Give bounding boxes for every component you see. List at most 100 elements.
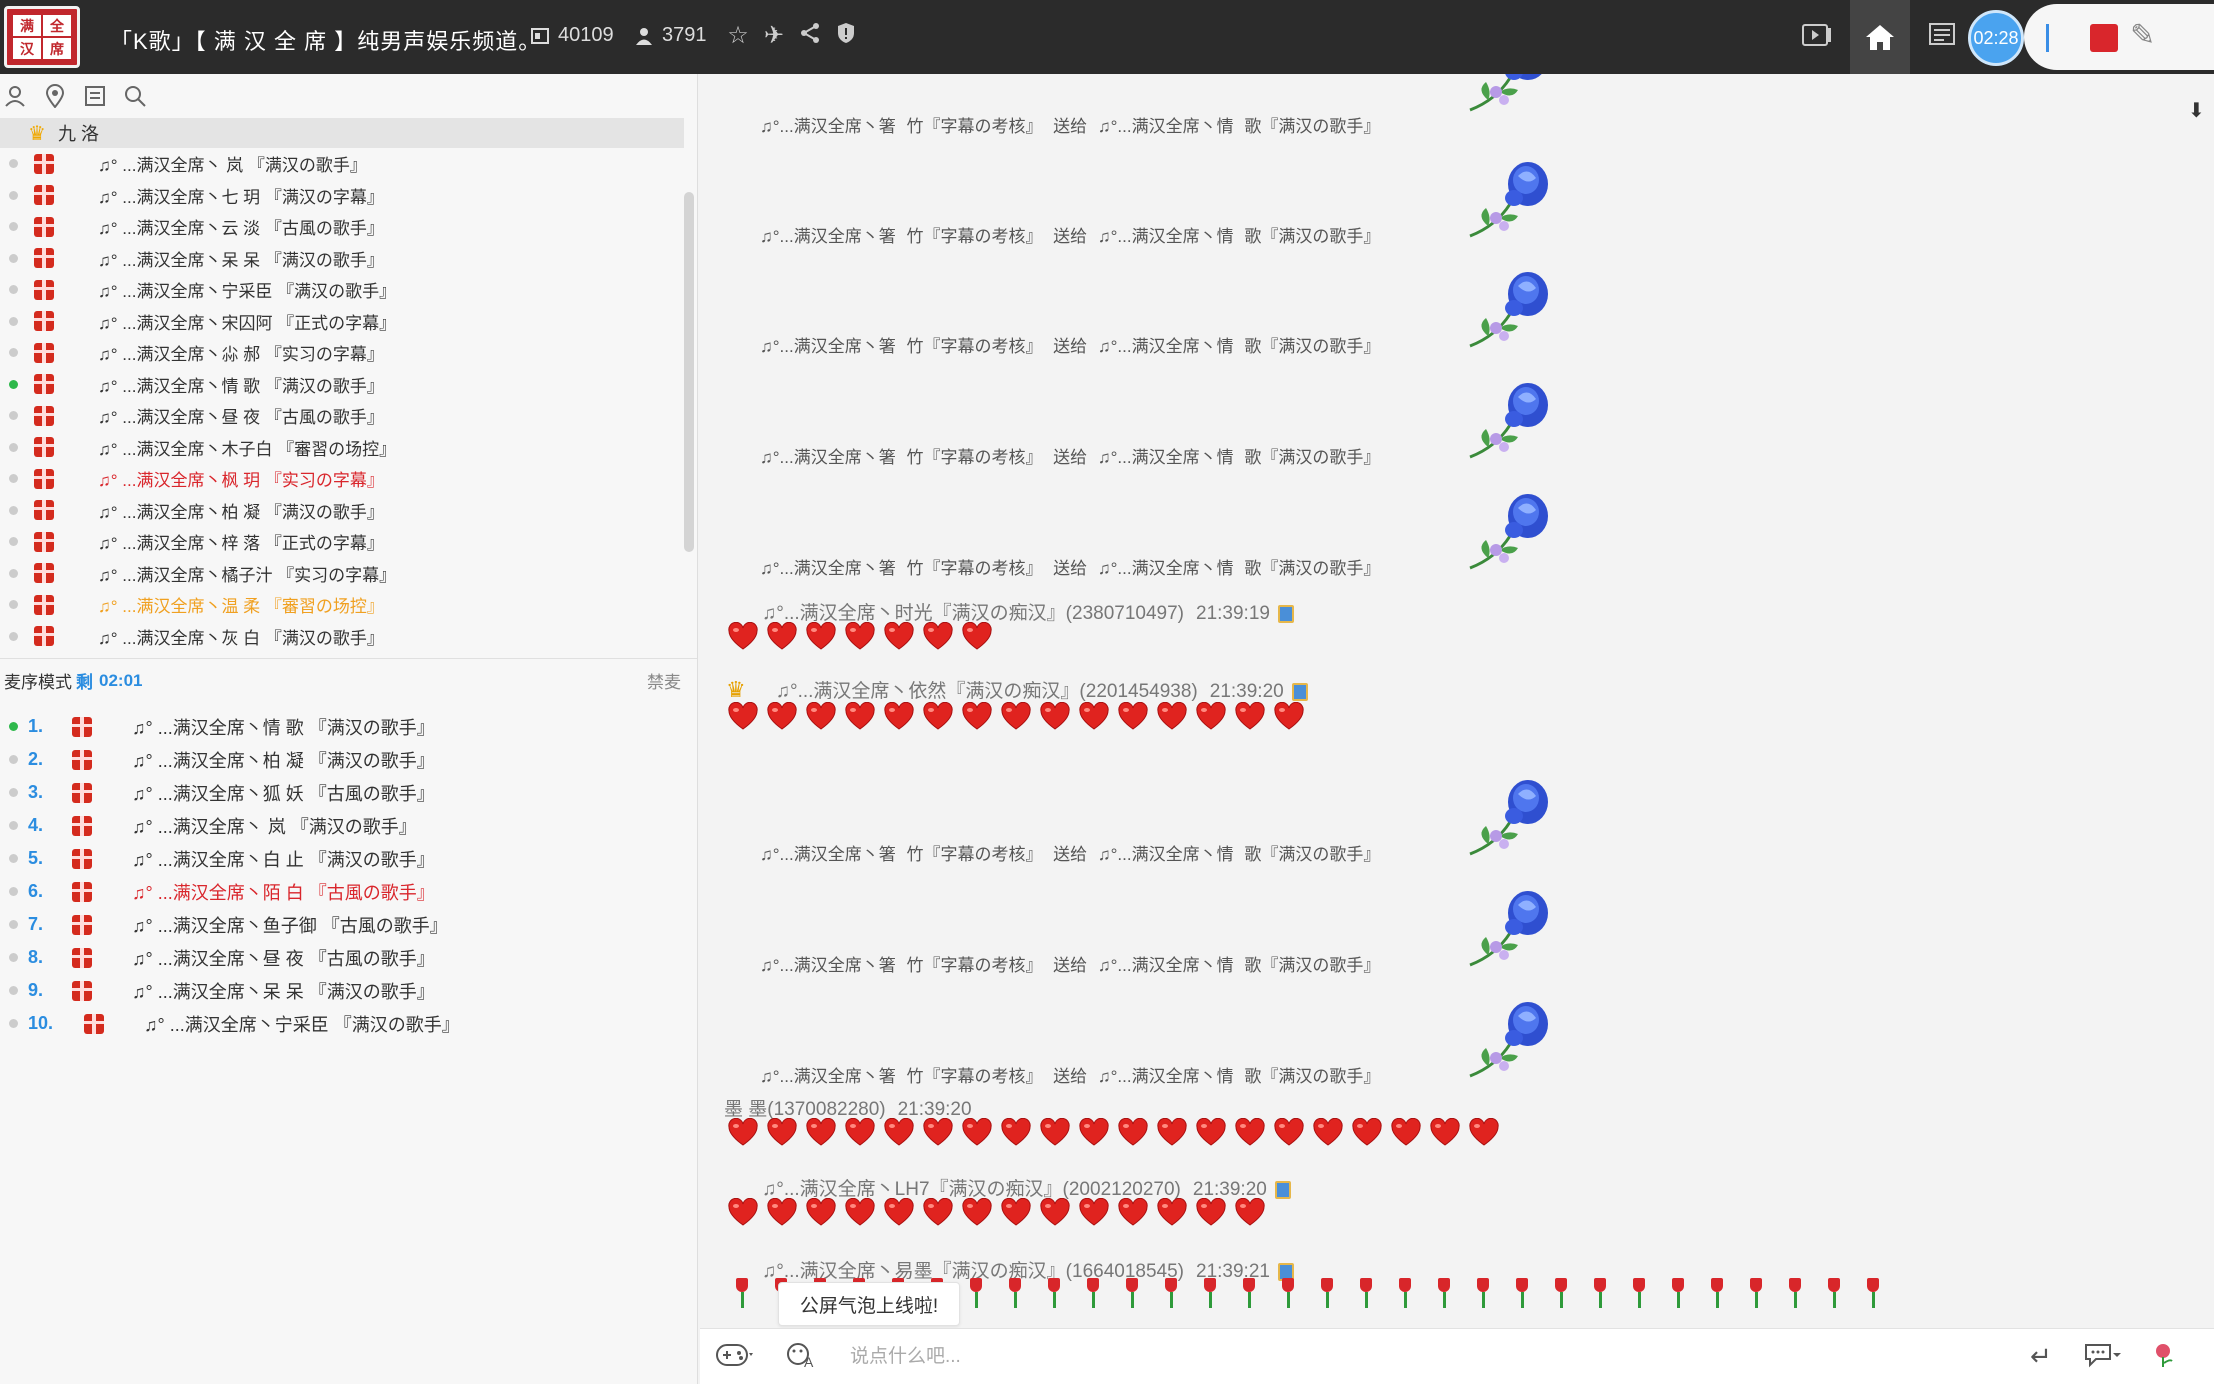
user-list-item[interactable]: ♫° ...满汉全席丶枫 玥 『实习の字幕』 [0,463,684,495]
scroll-down-icon[interactable]: ⬇ [2188,98,2212,126]
status-dot [9,316,18,326]
user-list-item[interactable]: ♫° ...满汉全席丶情 歌 『满汉の歌手』 [0,369,684,401]
user-list-item[interactable]: ♫° ...满汉全席丶 岚 『满汉の歌手』 [0,148,684,180]
queue-number: 2. [28,749,44,769]
message-header: ♫°...满汉全席丶LH7『满汉の痴汉』(2002120270) 21:39:20 [762,1174,1291,1201]
queue-user-name: ♫° ...满汉全席丶昼 夜 『古風の歌手』 [132,948,435,969]
message-header: ♫°...满汉全席丶时光『满汉の痴汉』(2380710497) 21:39:19 [762,598,1294,625]
user-list-item[interactable]: ♫° ...满汉全席丶呆 呆 『满汉の歌手』 [0,243,684,275]
gift-icon [34,500,54,521]
record-timer[interactable]: 02:28 [1968,10,2024,66]
user-list-scrollbar[interactable] [684,192,694,552]
enter-icon[interactable]: ↵ [2030,1341,2052,1372]
user-list-item[interactable]: ♫° ...满汉全席丶橘子汁 『实习の字幕』 [0,558,684,590]
chat-bubble-icon[interactable] [2084,1341,2122,1376]
flower-gift-icon[interactable] [2148,1341,2178,1378]
heart-icon [844,1117,876,1146]
emoji-font-icon[interactable]: A [786,1341,818,1376]
heart-icon [766,621,798,650]
queue-item[interactable]: 7. ♫° ...满汉全席丶鱼子御 『古風の歌手』 [0,908,697,941]
queue-item[interactable]: 2. ♫° ...满汉全席丶柏 凝 『满汉の歌手』 [0,743,697,776]
rose-icon [1466,885,1556,969]
queue-number: 7. [28,914,44,934]
online-count-stat: 3791 [634,24,707,47]
rose-icon [1466,488,1556,572]
star-icon[interactable]: ☆ [724,22,752,50]
heart-icon [727,1197,759,1226]
heart-icon [805,701,837,730]
user-list-item[interactable]: ♫° ...满汉全席丶温 柔 『審習の场控』 [0,589,684,621]
mic-queue: 1. ♫° ...满汉全席丶情 歌 『满汉の歌手』 2. ♫° ...满汉全席丶柏 凝… [0,702,697,1040]
user-list-item[interactable]: ♫° ...满汉全席丶柏 凝 『满汉の歌手』 [0,495,684,527]
message-sender[interactable]: ♫°...满汉全席丶依然『满汉の痴汉』(2201454938) [776,681,1198,702]
location-icon[interactable] [42,83,68,109]
user-list-icon[interactable] [2,83,28,109]
heart-icon [1156,701,1188,730]
user-name: ♫° ...满汉全席丶呆 呆 『满汉の歌手』 [98,250,384,270]
heart-icon [1078,1197,1110,1226]
game-icon[interactable] [716,1341,754,1376]
status-dot [9,190,18,200]
user-list-item[interactable]: ♫° ...满汉全席丶灰 白 『满汉の歌手』 [0,621,684,653]
heart-icon [805,1197,837,1226]
queue-item[interactable]: 5. ♫° ...满汉全席丶白 止 『满汉の歌手』 [0,842,697,875]
chat-area: ♫°...满汉全席丶箸 竹『字幕の考核』 送给 ♫°...满汉全席丶情 歌『满汉… [700,74,2214,1328]
queue-item[interactable]: 4. ♫° ...满汉全席丶 岚 『满汉の歌手』 [0,809,697,842]
gift-icon [34,531,54,552]
share-icon[interactable] [796,22,824,50]
crown-icon: ♛ [726,677,746,702]
stop-record-button[interactable] [2090,24,2118,52]
rose-icon [1466,774,1556,858]
tulip-icon [1629,1278,1649,1310]
home-button[interactable] [1850,0,1910,74]
queue-item[interactable]: 9. ♫° ...满汉全席丶呆 呆 『满汉の歌手』 [0,974,697,1007]
queue-user-name: ♫° ...满汉全席丶宁采臣 『满汉の歌手』 [144,1014,460,1035]
heart-icon [727,1117,759,1146]
heart-icon [1312,1117,1344,1146]
logo-char: 汉 [13,38,41,59]
status-dot [9,348,18,358]
gift-icon [34,185,54,206]
tulip-icon [1083,1278,1103,1310]
bubble-tip: 公屏气泡上线啦! [778,1282,960,1326]
gift-icon [34,563,54,584]
admin-user-row[interactable]: ♛ 九 洛 [0,118,684,148]
user-list-item[interactable]: ♫° ...满汉全席丶尛 郝 『实习の字幕』 [0,337,684,369]
queue-user-name: ♫° ...满汉全席丶鱼子御 『古風の歌手』 [132,915,448,936]
shield-icon[interactable] [832,22,860,50]
status-dot [9,505,18,515]
pen-icon[interactable]: ✎ [2130,18,2155,53]
user-list-item[interactable]: ♫° ...满汉全席丶梓 落 『正式の字幕』 [0,526,684,558]
gift-icon [84,1013,104,1034]
message-sender[interactable]: ♫°...满汉全席丶时光『满汉の痴汉』(2380710497) [762,603,1184,624]
hearts-row [727,701,1305,730]
message-sender[interactable]: ♫°...满汉全席丶LH7『满汉の痴汉』(2002120270) [762,1179,1181,1200]
user-list-item[interactable]: ♫° ...满汉全席丶宋囚阿 『正式の字幕』 [0,306,684,338]
message-sender[interactable]: 墨 墨(1370082280) [724,1099,886,1120]
user-list-item[interactable]: ♫° ...满汉全席丶昼 夜 『古風の歌手』 [0,400,684,432]
user-list-item[interactable]: ♫° ...满汉全席丶七 玥 『满汉の字幕』 [0,180,684,212]
message-time: 21:39:20 [897,1099,972,1120]
status-dot [9,920,18,929]
notice-icon[interactable] [82,83,108,109]
heart-icon [1039,1117,1071,1146]
queue-item[interactable]: 8. ♫° ...满汉全席丶昼 夜 『古風の歌手』 [0,941,697,974]
user-list-item[interactable]: ♫° ...满汉全席丶宁采臣 『满汉の歌手』 [0,274,684,306]
queue-item[interactable]: 10. ♫° ...满汉全席丶宁采臣 『满汉の歌手』 [0,1007,697,1040]
list-icon[interactable] [1928,22,1956,50]
message-input[interactable] [850,1339,1730,1375]
queue-item[interactable]: 1. ♫° ...满汉全席丶情 歌 『满汉の歌手』 [0,710,697,743]
status-dot [9,379,18,389]
queue-item[interactable]: 6. ♫° ...满汉全席丶陌 白 『古風の歌手』 [0,875,697,908]
queue-item[interactable]: 3. ♫° ...满汉全席丶狐 妖 『古風の歌手』 [0,776,697,809]
user-list-item[interactable]: ♫° ...满汉全席丶木子白 『審習の场控』 [0,432,684,464]
video-icon[interactable] [1802,22,1831,50]
room-title: 「K歌」【 满 汉 全 席 】纯男声娱乐频道。 [110,29,542,54]
heart-icon [961,621,993,650]
user-list-item[interactable]: ♫° ...满汉全席丶云 淡 『古風の歌手』 [0,211,684,243]
hearts-row [727,1197,1266,1226]
search-icon[interactable] [122,83,148,109]
plane-icon[interactable]: ✈ [760,22,788,50]
ban-mic-button[interactable]: 禁麦 [647,668,681,693]
gift-icon [34,342,54,363]
